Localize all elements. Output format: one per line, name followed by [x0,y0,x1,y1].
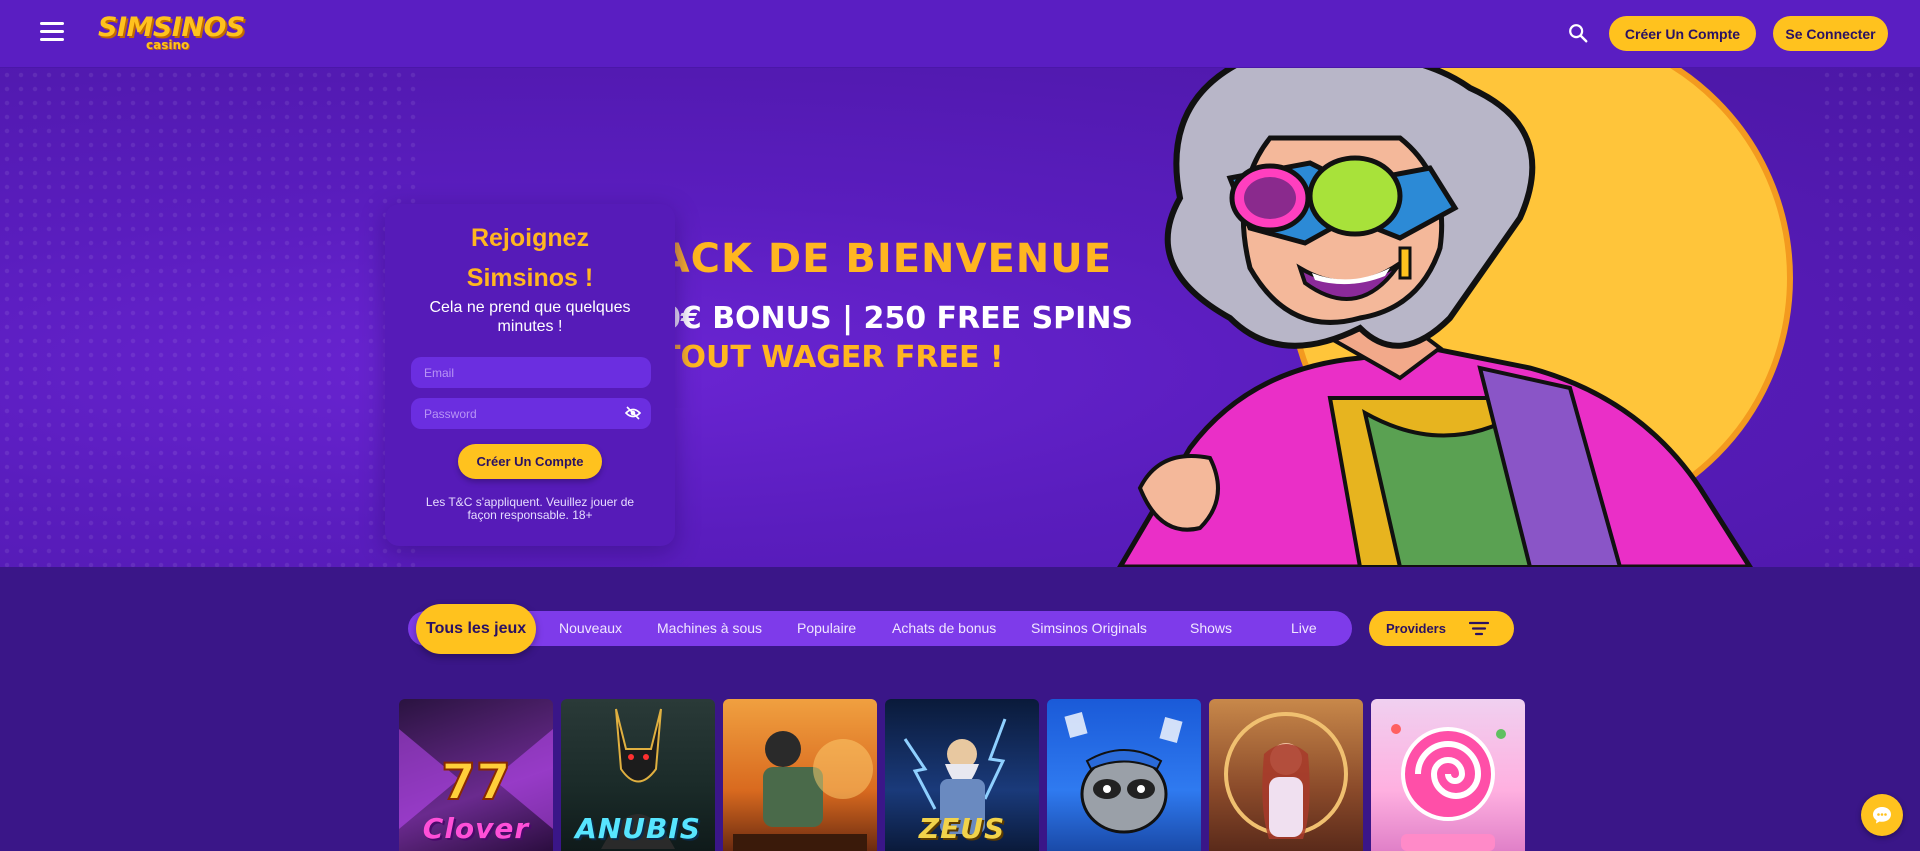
game-artwork [1391,724,1506,851]
chat-support-button[interactable] [1861,794,1903,836]
email-input[interactable] [411,357,651,388]
tab-popular[interactable]: Populaire [797,611,856,646]
search-icon[interactable] [1567,22,1589,44]
game-artwork [1224,712,1348,839]
game-tile-heist[interactable] [723,699,877,851]
tab-bonus-buys[interactable]: Achats de bonus [892,611,996,646]
tab-live[interactable]: Live [1291,611,1317,646]
top-header: SIMSINOS casino Créer Un Compte Se Conne… [0,0,1920,68]
promo-wager-line: TOUT WAGER FREE ! [660,340,1004,375]
promo-title: PACK DE BIENVENUE [632,236,1113,282]
game-title: Clover [422,812,530,845]
signup-title-line2: Simsinos ! [466,264,594,292]
providers-filter-button[interactable]: Providers [1369,611,1514,646]
signup-card: Rejoignez Simsinos ! Cela ne prend que q… [385,204,675,546]
logo[interactable]: SIMSINOS casino [98,14,245,54]
game-artwork [1064,712,1183,834]
game-title: ZEUS [918,812,1006,845]
game-tile-clover[interactable]: 77 Clover [399,699,553,851]
game-tile-goddess[interactable] [1209,699,1363,851]
game-tile-raccoon[interactable] [1047,699,1201,851]
create-account-button[interactable]: Créer Un Compte [1609,16,1756,51]
signup-title-line1: Rejoignez [470,224,590,252]
game-title: ANUBIS [575,812,701,845]
game-tile-candy[interactable] [1371,699,1525,851]
svg-text:77: 77 [441,753,511,811]
tab-new[interactable]: Nouveaux [559,611,622,646]
hamburger-menu-icon[interactable] [40,22,64,42]
game-tile-zeus[interactable]: ZEUS [885,699,1039,851]
filter-icon [1469,621,1489,636]
hero-character-illustration [1117,68,1793,567]
signup-submit-button[interactable]: Créer Un Compte [458,444,602,479]
hero-banner: PACK DE BIENVENUE 0€ BONUS | 250 FREE SP… [0,68,1920,567]
signup-subtitle: Cela ne prend que quelques minutes ! [429,299,631,335]
login-button[interactable]: Se Connecter [1773,16,1888,51]
logo-subtext: casino [146,38,190,52]
tab-slots[interactable]: Machines à sous [657,611,762,646]
chat-icon [1873,807,1891,824]
game-artwork [733,731,873,851]
providers-label: Providers [1386,621,1446,636]
terms-note: Les T&C s'appliquent. Veuillez jouer de … [425,495,635,522]
tab-all-games[interactable]: Tous les jeux [416,604,537,654]
password-input[interactable] [411,398,651,429]
tab-simsinos-originals[interactable]: Simsinos Originals [1031,611,1147,646]
game-tile-anubis[interactable]: ANUBIS [561,699,715,851]
hero-dot-pattern [0,68,420,567]
promo-bonus-line: 0€ BONUS | 250 FREE SPINS [660,301,1134,336]
game-category-tabs: Tous les jeux Nouveaux Machines à sous P… [408,604,1352,654]
eye-off-icon[interactable] [625,406,641,420]
tab-shows[interactable]: Shows [1190,611,1232,646]
